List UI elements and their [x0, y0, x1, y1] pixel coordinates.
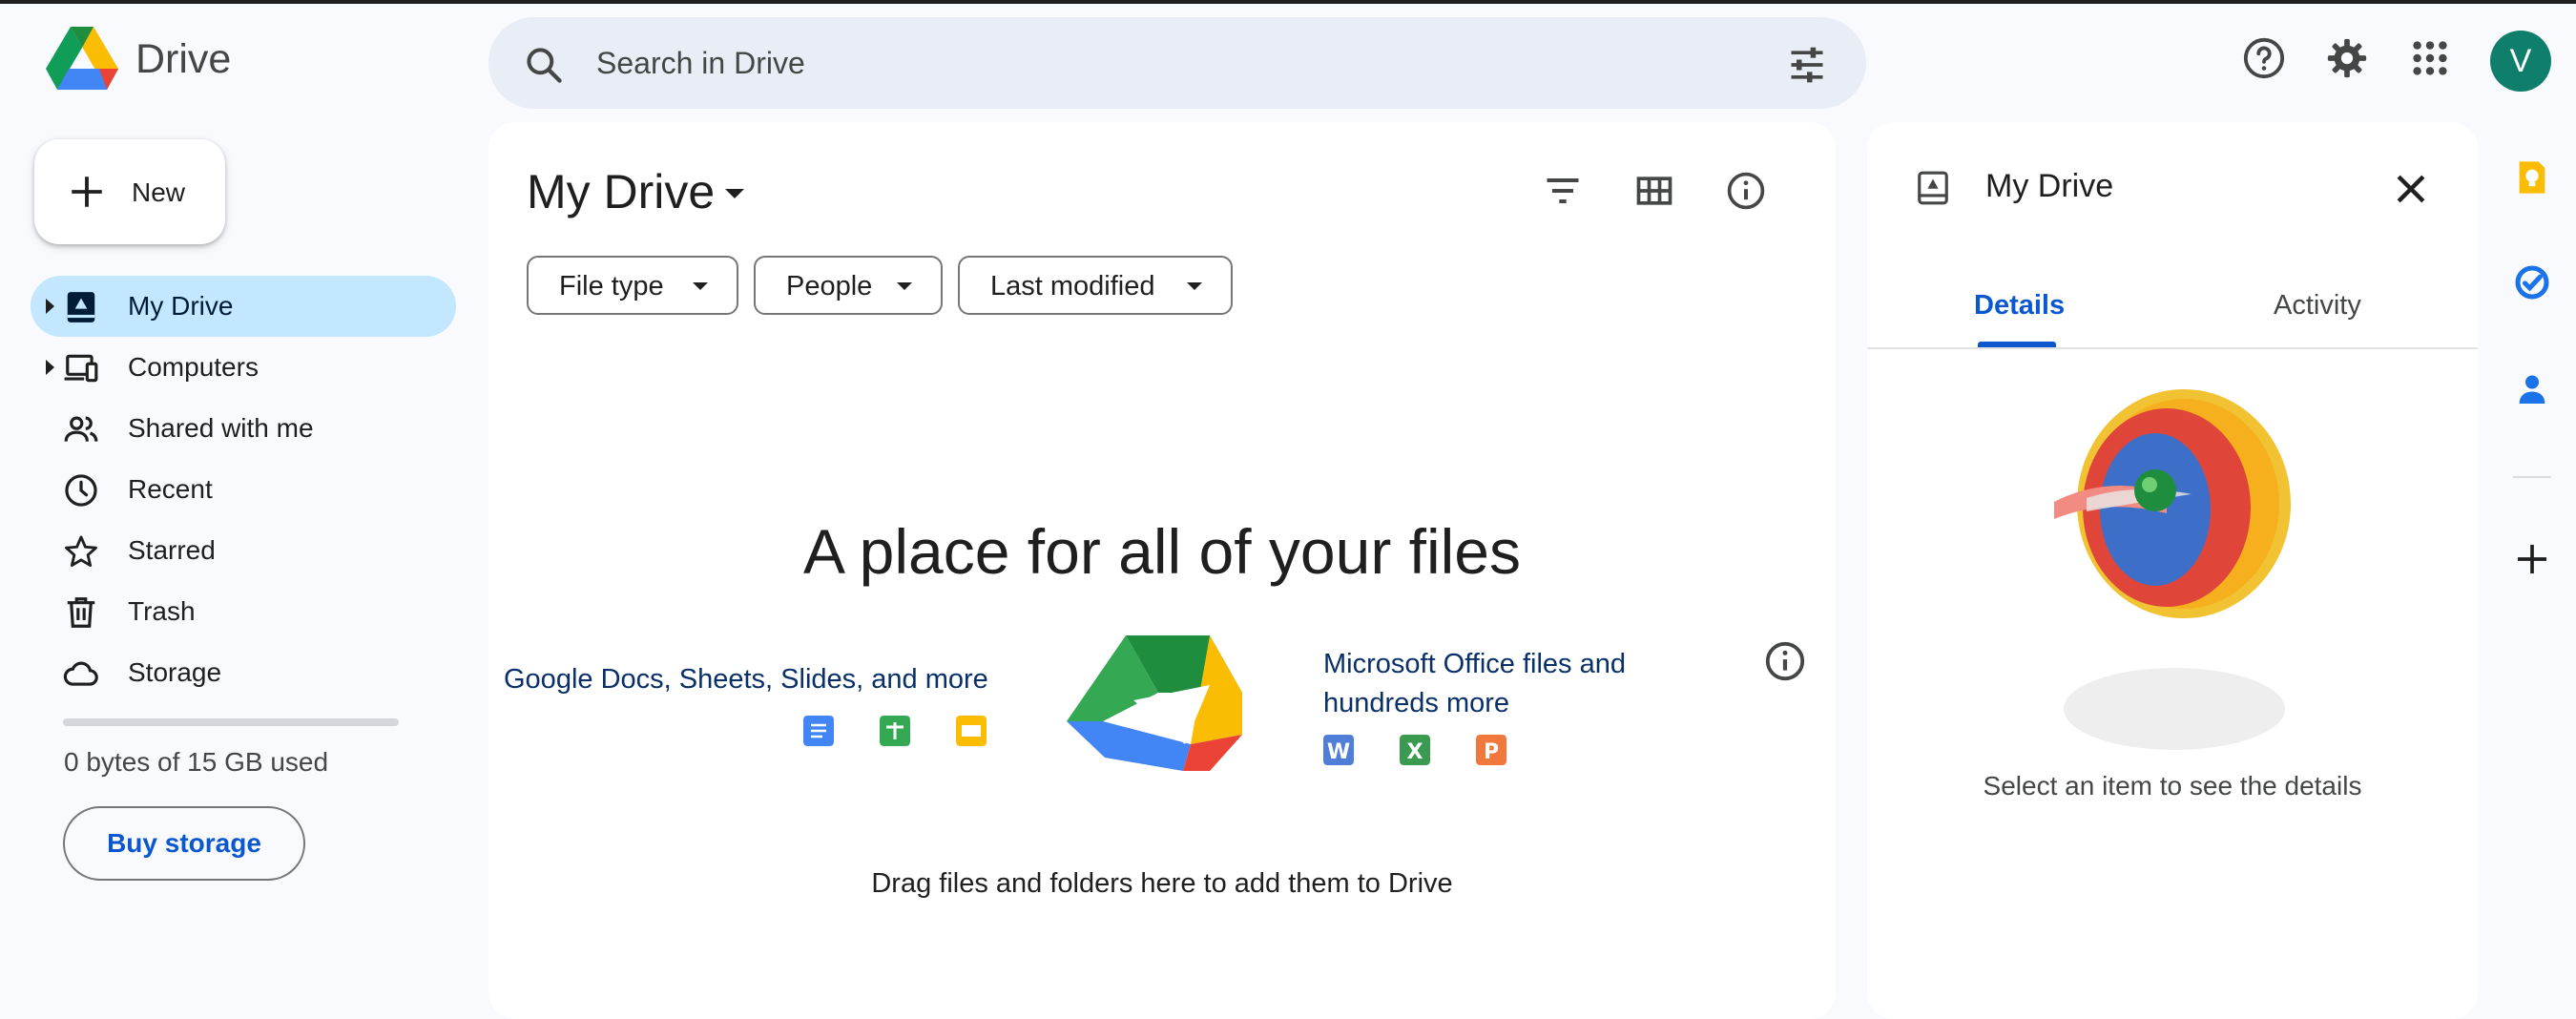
sidebar-item-my-drive[interactable]: My Drive	[31, 276, 456, 337]
help-icon[interactable]	[2242, 36, 2286, 80]
chevron-down-icon	[1187, 282, 1202, 290]
google-sheets-icon	[880, 716, 910, 746]
new-button-label: New	[132, 177, 186, 207]
trash-icon	[67, 597, 95, 628]
details-hint: Select an item to see the details	[1983, 771, 2362, 801]
details-panel: My Drive Details Activity Select an item…	[1867, 122, 2478, 1019]
sidebar-item-label: Shared with me	[128, 413, 314, 443]
sidebar-item-label: Storage	[128, 657, 222, 687]
plus-icon	[72, 177, 102, 207]
rail-divider	[2513, 476, 2551, 478]
filter-people[interactable]: People	[754, 256, 943, 315]
search-options-icon[interactable]	[1786, 44, 1828, 86]
office-files-caption: Microsoft Office files and hundreds more	[1323, 645, 1626, 723]
sidebar-item-label: Computers	[128, 352, 259, 382]
details-title: My Drive	[1985, 168, 2114, 204]
search-input[interactable]: Search in Drive	[596, 46, 805, 81]
tab-divider	[1867, 347, 2478, 349]
chevron-down-icon	[693, 282, 708, 290]
tasks-icon[interactable]	[2513, 263, 2551, 302]
add-addon-plus-icon[interactable]	[2513, 540, 2551, 578]
sidebar-item-storage[interactable]: Storage	[31, 642, 456, 703]
grid-view-icon[interactable]	[1633, 170, 1675, 212]
search-bar[interactable]: Search in Drive	[488, 17, 1866, 109]
sidebar-item-computers[interactable]: Computers	[31, 337, 456, 398]
excel-icon: X	[1400, 735, 1430, 765]
filter-file-type[interactable]: File type	[527, 256, 738, 315]
keep-icon[interactable]	[2513, 158, 2551, 197]
view-details-info-icon[interactable]	[1725, 170, 1767, 212]
google-docs-icon	[803, 716, 834, 746]
title-dropdown-icon[interactable]	[725, 189, 744, 198]
drive-logo-icon[interactable]	[46, 27, 118, 92]
sidebar-item-label: Starred	[128, 535, 216, 565]
filter-last-modified[interactable]: Last modified	[958, 256, 1233, 315]
shared-icon	[64, 416, 98, 442]
tab-details[interactable]: Details	[1974, 290, 2065, 322]
word-icon: W	[1323, 735, 1354, 765]
expand-caret-icon[interactable]	[46, 360, 54, 375]
main-content-panel: My Drive File type People Last modified …	[488, 122, 1836, 1019]
star-icon	[65, 535, 97, 567]
sidebar-item-shared-with-me[interactable]: Shared with me	[31, 398, 456, 459]
apps-grid-icon[interactable]	[2408, 36, 2452, 80]
sidebar-item-label: Trash	[128, 596, 196, 626]
excel-letter: X	[1407, 740, 1423, 764]
expand-caret-icon[interactable]	[46, 299, 54, 314]
sidebar-item-trash[interactable]: Trash	[31, 581, 456, 642]
powerpoint-letter: P	[1484, 740, 1499, 764]
google-apps-caption: Google Docs, Sheets, Slides, and more	[504, 664, 988, 695]
sidebar-item-label: My Drive	[128, 291, 234, 321]
tab-activity[interactable]: Activity	[2274, 290, 2361, 322]
new-button[interactable]: New	[34, 139, 225, 244]
google-slides-icon	[956, 716, 987, 746]
storage-usage-text: 0 bytes of 15 GB used	[64, 747, 329, 777]
sidebar-item-label: Recent	[128, 474, 213, 504]
my-drive-icon	[67, 292, 95, 322]
settings-gear-icon[interactable]	[2325, 36, 2369, 80]
account-avatar[interactable]: V	[2490, 31, 2551, 92]
office-caption-line2: hundreds more	[1323, 688, 1510, 718]
contacts-icon[interactable]	[2513, 370, 2551, 408]
filter-label: File type	[559, 271, 664, 302]
word-letter: W	[1327, 740, 1350, 764]
page-title[interactable]: My Drive	[527, 164, 715, 219]
empty-details-illustration-icon	[2054, 389, 2291, 618]
cloud-icon	[63, 661, 98, 686]
close-icon[interactable]	[2390, 168, 2432, 210]
office-caption-line1: Microsoft Office files and	[1323, 649, 1626, 679]
chevron-down-icon	[897, 282, 912, 290]
filter-label: People	[786, 271, 873, 302]
info-icon[interactable]	[1763, 639, 1807, 683]
drag-drop-hint: Drag files and folders here to add them …	[871, 868, 1453, 899]
my-drive-icon	[1918, 171, 1948, 205]
app-name: Drive	[135, 36, 232, 82]
illustration-shadow	[2064, 668, 2285, 750]
buy-storage-button[interactable]: Buy storage	[63, 806, 305, 881]
sidebar-item-recent[interactable]: Recent	[31, 459, 456, 520]
search-icon[interactable]	[523, 44, 565, 86]
filter-label: Last modified	[990, 271, 1155, 302]
clock-icon	[65, 474, 97, 507]
computers-icon	[64, 354, 98, 383]
top-edge-line	[0, 0, 2576, 4]
empty-state-title: A place for all of your files	[802, 516, 1522, 587]
sort-filter-icon[interactable]	[1542, 170, 1584, 212]
drive-illustration-icon	[1067, 635, 1242, 771]
powerpoint-icon: P	[1476, 735, 1506, 765]
storage-usage-bar	[63, 718, 399, 726]
sidebar-item-starred[interactable]: Starred	[31, 520, 456, 581]
